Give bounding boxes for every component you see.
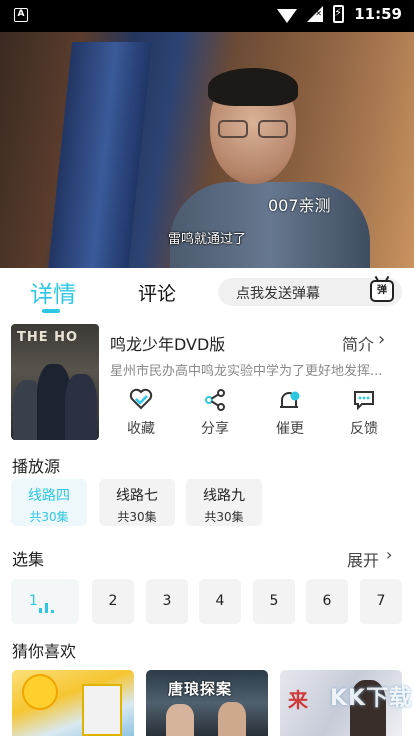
episode-number: 1 [29,593,38,609]
video-overlay-tag: 007亲测 [268,196,331,215]
show-description[interactable]: 星州市民办高中鸣龙实验中学为了更好地发挥... [110,360,400,379]
show-title: 鸣龙少年DVD版 [110,335,226,354]
clock: 11:59 [354,5,402,23]
source-option-4[interactable]: 线路四 共30集 [11,479,87,526]
feedback-button[interactable]: 反馈 [336,388,392,438]
episode-1[interactable]: 1 [11,579,79,624]
signal-icon [307,6,324,22]
app-notification-icon: A [14,8,28,22]
episode-5[interactable]: 5 [253,579,295,624]
source-name: 线路九 [203,488,245,504]
show-poster[interactable]: THE HO [11,324,99,440]
battery-charging-icon [333,5,345,23]
bell-icon [262,388,318,414]
video-subtitle: 雷鸣就通过了 [167,232,246,247]
source-count: 共30集 [29,510,69,524]
tab-detail[interactable]: 详情 [30,275,76,309]
recommend-card[interactable]: 唐琅探案 [146,670,268,736]
chevron-right-icon[interactable]: › [378,329,385,350]
episode-section-title: 选集 [12,550,45,569]
source-name: 线路七 [116,488,158,504]
danmu-input[interactable]: 点我发送弹幕 弹 [218,278,402,306]
source-name: 线路四 [28,488,70,504]
recommend-title: 唐琅探案 [168,680,233,698]
episode-2[interactable]: 2 [92,579,134,624]
recommend-card[interactable] [12,670,134,736]
poster-text: THE HO [17,330,79,345]
source-option-7[interactable]: 线路七 共30集 [99,479,175,526]
source-section-title: 播放源 [12,457,61,476]
episode-6[interactable]: 6 [306,579,348,624]
chevron-right-icon[interactable]: › [386,545,392,564]
video-player[interactable]: 007亲测 雷鸣就通过了 [0,32,414,268]
favorite-button[interactable]: 收藏 [113,388,169,438]
tab-bar: 详情 评论 点我发送弹幕 弹 [0,268,414,314]
recommend-title: 来 [288,688,308,712]
expand-episodes-button[interactable]: 展开 [347,547,379,571]
favorite-label: 收藏 [127,421,155,437]
intro-link[interactable]: 简介 [342,331,374,355]
danmu-placeholder: 点我发送弹幕 [236,286,320,302]
source-count: 共30集 [117,510,157,524]
sun-illustration [22,674,58,710]
remind-label: 催更 [276,421,304,437]
episode-7[interactable]: 7 [360,579,402,624]
episode-4[interactable]: 4 [199,579,241,624]
danmu-tv-icon[interactable]: 弹 [370,280,394,302]
recommend-section-title: 猜你喜欢 [12,642,77,661]
tab-active-indicator [42,309,60,313]
share-label: 分享 [201,421,229,437]
source-count: 共30集 [204,510,244,524]
feedback-icon [336,388,392,414]
watermark: KK下载 [330,686,413,711]
wifi-icon [277,8,298,23]
share-button[interactable]: 分享 [187,388,243,438]
status-bar: A 11:59 [0,0,414,32]
source-option-9[interactable]: 线路九 共30集 [186,479,262,526]
heart-icon [113,388,169,414]
remind-button[interactable]: 催更 [262,388,318,438]
tab-comment[interactable]: 评论 [138,279,176,306]
feedback-label: 反馈 [350,421,378,437]
share-icon [187,388,243,414]
episode-3[interactable]: 3 [146,579,188,624]
